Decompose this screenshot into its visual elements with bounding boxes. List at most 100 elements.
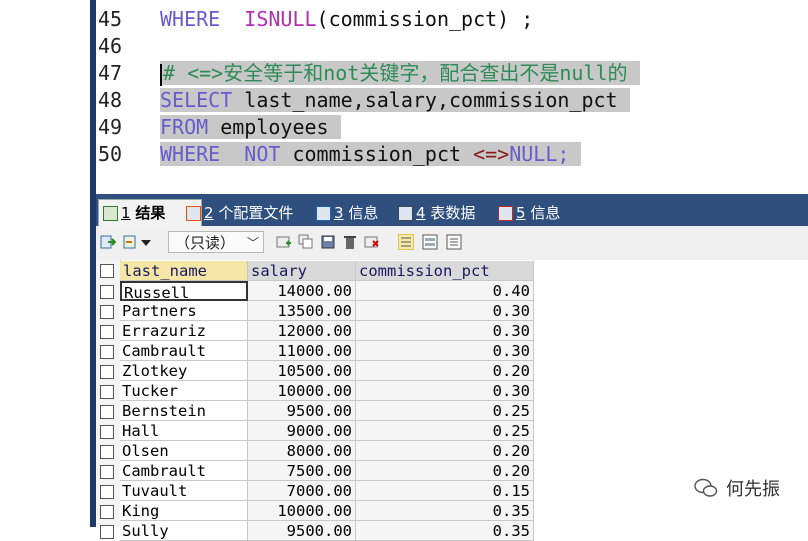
code-line[interactable]: 46 [96,33,160,60]
dropdown-arrow-icon[interactable] [140,234,152,250]
table-cell[interactable]: 8000.00 [248,441,356,461]
table-cell[interactable]: 9000.00 [248,421,356,441]
table-cell[interactable]: 9500.00 [248,521,356,541]
row-checkbox[interactable] [100,485,114,499]
table-cell[interactable]: 10000.00 [248,381,356,401]
table-cell[interactable]: King [120,501,248,521]
line-number: 45 [98,7,123,31]
table-cell[interactable]: Partners [120,301,248,321]
row-checkbox[interactable] [100,325,114,339]
row-checkbox[interactable] [100,405,114,419]
table-cell[interactable]: 0.20 [356,461,534,481]
table-cell[interactable]: 9500.00 [248,401,356,421]
column-header-salary[interactable]: salary [248,261,356,281]
table-cell[interactable]: 12000.00 [248,321,356,341]
table-cell[interactable]: 0.15 [356,481,534,501]
sql-editor[interactable]: 45 WHERE ISNULL(commission_pct) ; 46 47 # <=… [96,0,808,194]
code-token: NOT [244,142,293,166]
table-cell[interactable]: 10500.00 [248,361,356,381]
table-cell[interactable]: 0.20 [356,441,534,461]
row-checkbox[interactable] [100,445,114,459]
table-data-icon [398,206,413,221]
row-checkbox[interactable] [100,365,114,379]
table-cell[interactable]: Cambrault [120,341,248,361]
tab-number: 4 [416,204,426,222]
table-cell[interactable]: 7500.00 [248,461,356,481]
duplicate-row-icon[interactable] [298,234,314,250]
cancel-changes-icon[interactable] [364,234,380,250]
table-cell[interactable]: Bernstein [120,401,248,421]
row-checkbox[interactable] [100,465,114,479]
code-token: FROM [160,115,221,139]
code-line[interactable]: 49 FROM employees [96,114,341,141]
add-row-icon[interactable] [276,234,292,250]
table-cell[interactable]: 0.30 [356,321,534,341]
table-cell[interactable]: Russell [120,281,248,301]
readonly-mode-select[interactable]: （只读） ﹀ [168,231,264,253]
select-all-checkbox[interactable] [100,264,114,278]
code-text: FROM employees [160,115,341,139]
code-line[interactable]: 50 WHERE NOT commission_pct <=>NULL; [96,141,582,168]
line-number: 49 [98,115,123,139]
table-cell[interactable]: 0.35 [356,501,534,521]
row-checkbox[interactable] [100,425,114,439]
table-cell[interactable]: Hall [120,421,248,441]
tab-2[interactable]: 2 个配置文件 [182,200,328,226]
table-cell[interactable]: Cambrault [120,461,248,481]
table-cell[interactable]: 13500.00 [248,301,356,321]
import-icon[interactable] [122,234,138,250]
tab-5[interactable]: 5 信息 [494,200,594,226]
tab-label: 信息 [530,204,561,222]
table-cell[interactable]: 0.20 [356,361,534,381]
row-checkbox[interactable] [100,525,114,539]
table-cell[interactable]: 7000.00 [248,481,356,501]
table-cell[interactable]: 10000.00 [248,501,356,521]
result-toolbar: （只读） ﹀ [96,226,808,261]
row-checkbox[interactable] [100,285,114,299]
table-cell[interactable]: 0.35 [356,521,534,541]
text-view-icon[interactable] [446,234,462,250]
row-checkbox[interactable] [100,505,114,519]
table-cell[interactable]: 0.25 [356,401,534,421]
table-cell[interactable]: Sully [120,521,248,541]
code-token: last_name,salary,commission_pct [244,88,618,112]
tab-number: 1 [121,204,131,222]
tab-4[interactable]: 4 表数据 [394,200,510,226]
row-checkbox[interactable] [100,345,114,359]
tab-number: 5 [516,204,526,222]
column-header-last-name[interactable]: last_name [120,261,248,281]
table-cell[interactable]: Olsen [120,441,248,461]
profile-icon [186,206,201,221]
table-cell[interactable]: Zlotkey [120,361,248,381]
table-cell[interactable]: 0.30 [356,381,534,401]
grid-view-icon[interactable] [398,234,414,250]
code-text: SELECT last_name,salary,commission_pct [160,88,630,112]
form-view-icon[interactable] [422,234,438,250]
row-checkbox[interactable] [100,305,114,319]
table-cell[interactable]: Tuvault [120,481,248,501]
export-icon[interactable] [100,234,116,250]
delete-icon[interactable] [342,234,358,250]
table-cell[interactable]: Tucker [120,381,248,401]
table-cell[interactable]: 11000.00 [248,341,356,361]
save-icon[interactable] [320,234,336,250]
code-token: SELECT [160,88,245,112]
code-line[interactable]: 45 WHERE ISNULL(commission_pct) ; [96,6,533,33]
table-cell[interactable]: 0.30 [356,341,534,361]
readonly-mode-value: （只读） [175,234,236,252]
column-header-commission-pct[interactable]: commission_pct [356,261,534,281]
table-cell[interactable]: 0.25 [356,421,534,441]
chevron-down-icon: ﹀ [246,236,259,250]
line-number: 48 [98,88,123,112]
code-token: <=> [473,142,510,166]
code-line[interactable]: 48 SELECT last_name,salary,commission_pct [96,87,630,114]
code-line[interactable]: 47 # <=>安全等于和not关键字，配合查出不是null的 [96,60,640,87]
tab-number: 3 [334,204,344,222]
table-cell[interactable]: 0.30 [356,301,534,321]
table-cell[interactable]: Errazuriz [120,321,248,341]
row-checkbox[interactable] [100,385,114,399]
table-cell[interactable]: 0.40 [356,281,534,301]
left-panel [0,0,92,527]
code-token: employees [220,115,329,139]
table-cell[interactable]: 14000.00 [248,281,356,301]
